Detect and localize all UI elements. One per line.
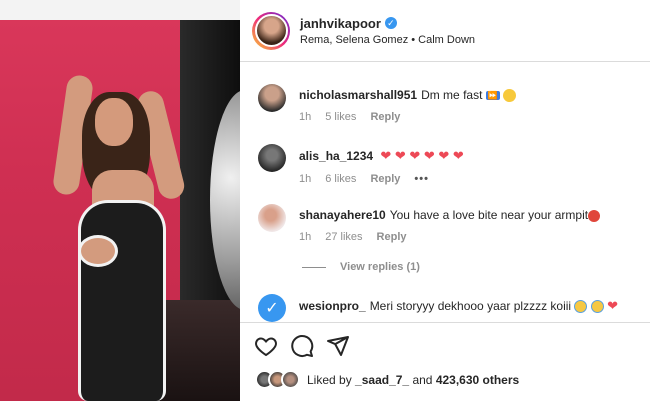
red-heart-emoji-icon: ❤ (607, 298, 619, 313)
comment-body: wesionpro_ Meri storyyy dekhooo yaar plzz… (299, 291, 618, 314)
commenter-avatar[interactable] (258, 144, 286, 172)
liked-by-and: and (412, 373, 433, 387)
reply-button[interactable]: Reply (370, 173, 400, 185)
comment-likes[interactable]: 6 likes (325, 173, 356, 185)
commenter-avatar[interactable] (258, 204, 286, 232)
comment-likes[interactable]: 5 likes (325, 111, 356, 123)
comment-actions: 1h 5 likes Reply (299, 111, 516, 123)
post-actions-bar (240, 322, 650, 367)
comment-time: 1h (299, 173, 312, 185)
comment-likes[interactable]: 27 likes (325, 231, 362, 243)
fast-forward-emoji-icon: ⏩ (485, 91, 500, 101)
comment-username[interactable]: shanayahere10 (299, 208, 386, 222)
photo-top-strip (0, 0, 240, 22)
view-replies-label: View replies (1) (340, 261, 420, 273)
liker-avatars[interactable] (255, 370, 303, 390)
comment-text: You have a love bite near your armpit (389, 208, 589, 222)
comment-text-line: nicholasmarshall951 Dm me fast ⏩ (299, 88, 517, 103)
commenter-avatar[interactable] (258, 84, 286, 112)
comment-body: shanayahere10 You have a love bite near y… (299, 201, 601, 243)
author-avatar-ring[interactable] (252, 11, 290, 50)
username-row: janhvikapoor ✓ (300, 16, 475, 31)
comment-time: 1h (299, 231, 312, 243)
post-header: janhvikapoor ✓ Rema, Selena Gomez • Calm… (240, 0, 650, 62)
comment-actions: 1h 6 likes Reply ••• (299, 173, 464, 185)
reply-button[interactable]: Reply (370, 111, 400, 123)
post-photo[interactable] (0, 0, 240, 401)
comment-username[interactable]: wesionpro_ (299, 299, 366, 313)
author-username[interactable]: janhvikapoor (300, 16, 381, 31)
liked-by-others[interactable]: 423,630 others (436, 373, 519, 387)
comment-actions: 1h 27 likes Reply (299, 231, 600, 243)
comment-text-line: wesionpro_ Meri storyyy dekhooo yaar plzz… (299, 298, 618, 314)
liked-by-user[interactable]: _saad_7_ (355, 373, 409, 387)
liked-by-prefix: Liked by (307, 373, 352, 387)
comment-body: nicholasmarshall951 Dm me fast ⏩ 1h 5 lik… (299, 81, 517, 123)
comment-text-line: shanayahere10 You have a love bite near y… (299, 208, 601, 222)
comment-body: alis_ha_1234 ❤ ❤ ❤ ❤ ❤ ❤ 1h 6 likes Repl… (299, 141, 464, 185)
like-heart-icon[interactable] (254, 334, 278, 358)
share-paper-plane-icon[interactable] (326, 334, 350, 358)
figure-face (95, 98, 133, 146)
liked-by-row: Liked by _saad_7_ and 423,630 others (255, 370, 519, 390)
figure-dress (78, 200, 166, 401)
verified-badge-icon: ✓ (384, 17, 397, 29)
figure-dress-cutout (78, 235, 118, 267)
comment-username[interactable]: nicholasmarshall951 (299, 88, 417, 102)
commenter-avatar-checkmark-icon[interactable]: ✓ (258, 294, 286, 322)
view-replies-line (302, 266, 326, 268)
comment-username[interactable]: alis_ha_1234 (299, 149, 373, 163)
audio-track[interactable]: Rema, Selena Gomez • Calm Down (300, 34, 475, 46)
comment-text: Meri storyyy dekhooo yaar plzzzz koiii (369, 299, 572, 313)
crying-emoji-icon (590, 300, 604, 314)
comment-time: 1h (299, 111, 312, 124)
reply-button[interactable]: Reply (377, 231, 407, 243)
more-options-icon[interactable]: ••• (414, 173, 429, 185)
comment-text: Dm me fast (421, 88, 483, 102)
red-hearts-emoji-icon: ❤ ❤ ❤ ❤ ❤ ❤ (380, 148, 464, 163)
author-avatar (254, 14, 288, 47)
post-meta: janhvikapoor ✓ Rema, Selena Gomez • Calm… (300, 16, 475, 46)
tongue-face-emoji-icon (503, 89, 517, 103)
comments-list: nicholasmarshall951 Dm me fast ⏩ 1h 5 lik… (240, 63, 650, 323)
liker-avatar (281, 370, 300, 389)
view-replies-button[interactable]: View replies (1) (302, 261, 420, 273)
comment-bubble-icon[interactable] (290, 334, 314, 358)
comment-text-line: alis_ha_1234 ❤ ❤ ❤ ❤ ❤ ❤ (299, 148, 464, 164)
crying-emoji-icon (574, 300, 588, 314)
angry-face-emoji-icon (588, 209, 601, 222)
